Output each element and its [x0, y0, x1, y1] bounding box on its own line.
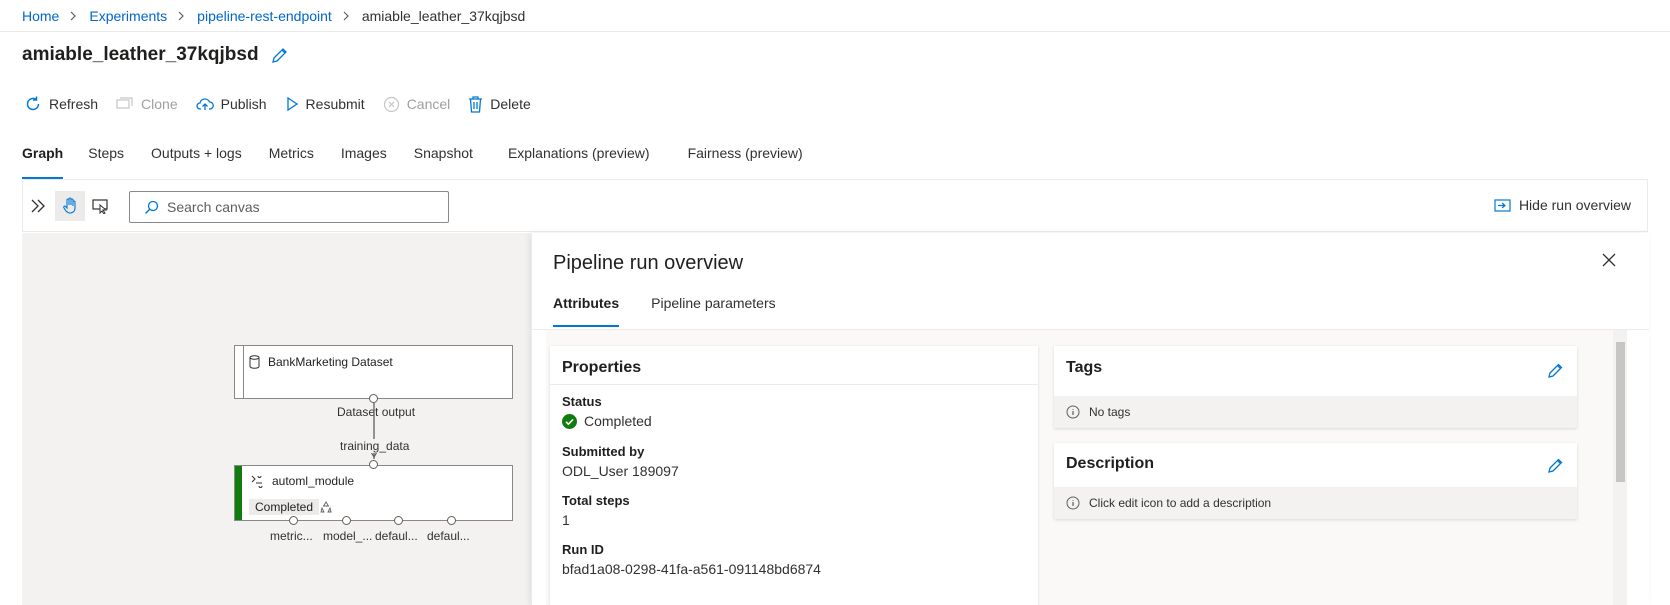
breadcrumb-experiment[interactable]: pipeline-rest-endpoint: [197, 8, 332, 24]
properties-card: Properties Status Completed Submitted by…: [550, 346, 1038, 605]
cloud-upload-icon: [196, 97, 214, 111]
automl-module-node[interactable]: automl_module Completed: [234, 465, 513, 521]
tab-steps[interactable]: Steps: [88, 145, 124, 179]
training-data-port[interactable]: [369, 460, 378, 469]
canvas-toolbar: Search canvas Hide run overview: [22, 179, 1648, 232]
refresh-button[interactable]: Refresh: [24, 95, 98, 113]
recycle-icon: [320, 501, 332, 513]
select-tool-button[interactable]: [85, 191, 115, 221]
breadcrumb-home[interactable]: Home: [22, 8, 59, 24]
double-chevron-right-icon: [30, 198, 46, 214]
close-icon[interactable]: [1601, 252, 1617, 268]
hand-icon: [62, 197, 78, 215]
total-steps-value: 1: [562, 512, 570, 528]
search-canvas-input[interactable]: Search canvas: [129, 191, 449, 223]
tags-heading: Tags: [1066, 359, 1103, 376]
panel-scrollbar[interactable]: [1613, 330, 1627, 605]
command-bar: Refresh Clone Publish Resubmit Cancel De…: [24, 92, 549, 116]
expand-button[interactable]: [23, 191, 53, 221]
database-icon: [249, 355, 260, 369]
total-steps-label: Total steps: [562, 493, 630, 508]
graph-canvas[interactable]: BankMarketing Dataset Dataset output tra…: [22, 233, 532, 605]
output-label-4: defaul...: [427, 529, 470, 543]
scrollbar-thumb[interactable]: [1616, 342, 1625, 482]
clone-icon: [116, 97, 134, 111]
breadcrumb-current: amiable_leather_37kqjbsd: [361, 7, 526, 24]
header-divider: [0, 31, 1670, 32]
chevron-right-icon: [343, 11, 351, 21]
trash-icon: [468, 95, 483, 113]
submitted-by-label: Submitted by: [562, 444, 645, 459]
run-name: amiable_leather_37kqjbsd: [22, 44, 259, 65]
tags-empty-row: No tags: [1054, 396, 1577, 428]
select-icon: [91, 198, 109, 214]
hide-run-overview-button[interactable]: Hide run overview: [1494, 197, 1631, 213]
info-icon: [1066, 405, 1080, 419]
output-label-3: defaul...: [375, 529, 418, 543]
description-empty-row: Click edit icon to add a description: [1054, 487, 1577, 519]
panel-title: Pipeline run overview: [553, 252, 744, 274]
tab-fairness[interactable]: Fairness (preview): [688, 145, 803, 179]
tab-attributes[interactable]: Attributes: [553, 295, 620, 327]
panel-icon: [1494, 198, 1511, 212]
tab-explanations[interactable]: Explanations (preview): [508, 145, 650, 179]
output-port-3[interactable]: [394, 516, 403, 525]
resubmit-button[interactable]: Resubmit: [285, 96, 365, 112]
pipeline-run-overview-panel: Pipeline run overview Attributes Pipelin…: [531, 233, 1649, 605]
tab-graph[interactable]: Graph: [22, 145, 64, 179]
refresh-icon: [24, 95, 42, 113]
module-status-badge: Completed: [249, 499, 320, 515]
play-icon: [285, 96, 299, 112]
panel-tabs: Attributes Pipeline parameters: [553, 295, 808, 327]
output-label-2: model_...: [323, 529, 373, 543]
description-card: Description Click edit icon to add a des…: [1054, 443, 1577, 519]
properties-heading: Properties: [562, 359, 642, 376]
tab-images[interactable]: Images: [341, 145, 387, 179]
tab-outputs-logs[interactable]: Outputs + logs: [151, 145, 242, 179]
publish-button[interactable]: Publish: [196, 96, 267, 112]
check-circle-icon: [562, 413, 577, 429]
card-divider: [550, 384, 1038, 385]
run-tabs: Graph Steps Outputs + logs Metrics Image…: [22, 145, 830, 179]
module-node-title: automl_module: [250, 474, 354, 488]
tab-pipeline-parameters[interactable]: Pipeline parameters: [651, 295, 776, 327]
search-icon: [144, 200, 159, 215]
dataset-node-title: BankMarketing Dataset: [249, 355, 393, 369]
run-id-label: Run ID: [562, 542, 604, 557]
search-placeholder: Search canvas: [167, 199, 260, 215]
breadcrumb: Home Experiments pipeline-rest-endpoint …: [22, 0, 525, 31]
output-port-1[interactable]: [289, 516, 298, 525]
pan-tool-button[interactable]: [55, 191, 85, 221]
status-label: Status: [562, 394, 602, 409]
dataset-output-port[interactable]: [369, 394, 378, 403]
edit-name-icon[interactable]: [271, 47, 288, 64]
chevron-right-icon: [178, 11, 186, 21]
output-label-1: metric...: [270, 529, 313, 543]
chevron-right-icon: [70, 11, 78, 21]
automl-icon: [250, 474, 264, 488]
edit-description-icon[interactable]: [1547, 458, 1563, 474]
edge-label: training_data: [340, 439, 410, 453]
delete-button[interactable]: Delete: [468, 95, 531, 113]
tags-card: Tags No tags: [1054, 346, 1577, 428]
cancel-icon: [383, 96, 400, 113]
page-title: amiable_leather_37kqjbsd: [22, 44, 288, 66]
breadcrumb-experiments[interactable]: Experiments: [89, 8, 167, 24]
info-icon: [1066, 496, 1080, 510]
submitted-by-value: ODL_User 189097: [562, 463, 679, 479]
run-id-value: bfad1a08-0298-41fa-a561-091148bd6874: [562, 561, 821, 577]
attributes-content: Properties Status Completed Submitted by…: [546, 330, 1617, 605]
tab-metrics[interactable]: Metrics: [269, 145, 314, 179]
output-port-4[interactable]: [447, 516, 456, 525]
cancel-button[interactable]: Cancel: [383, 96, 450, 113]
node-accent: [243, 346, 244, 398]
tab-snapshot[interactable]: Snapshot: [414, 145, 473, 179]
description-heading: Description: [1066, 455, 1155, 472]
status-value: Completed: [562, 413, 652, 429]
node-status-bar: [235, 466, 242, 520]
output-port-2[interactable]: [342, 516, 351, 525]
clone-button[interactable]: Clone: [116, 96, 178, 112]
edit-tags-icon[interactable]: [1547, 363, 1563, 379]
dataset-node[interactable]: BankMarketing Dataset: [234, 345, 513, 399]
